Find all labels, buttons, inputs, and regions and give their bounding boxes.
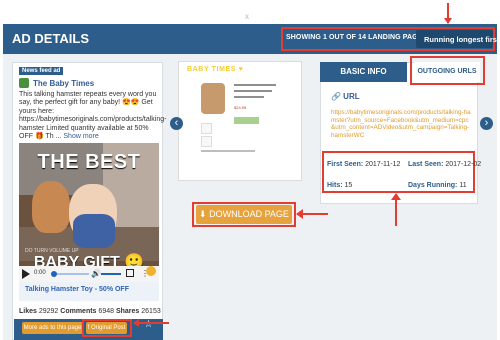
- likes-label: Likes: [19, 308, 37, 315]
- top-tick: x: [245, 12, 249, 21]
- more-ads-button[interactable]: More ads to this page: [22, 322, 83, 334]
- sort-select[interactable]: Running longest first: [416, 30, 499, 48]
- hits-label: Hits:: [327, 182, 343, 189]
- first-seen-label: First Seen:: [327, 161, 364, 168]
- landing-pages-count: SHOWING 1 OUT OF 14 LANDING PAGES:: [286, 34, 430, 41]
- arrow-annotation-download: [302, 213, 328, 215]
- preview-thumb: [201, 123, 212, 134]
- days-running-value: 11: [459, 182, 467, 189]
- baby-shirt: [73, 214, 115, 248]
- fullscreen-icon[interactable]: [126, 269, 134, 277]
- comments-label: Comments: [60, 308, 97, 315]
- preview-title-line: [234, 90, 272, 92]
- preview-cart-button: [234, 117, 259, 124]
- emoji-face-icon: [146, 266, 156, 276]
- video-title: THE BEST: [37, 151, 141, 173]
- first-seen-value: 2017-11-12: [365, 161, 401, 168]
- tab-outgoing-urls[interactable]: OUTGOING URLS: [414, 62, 480, 82]
- days-running: Days Running: 11: [408, 182, 467, 190]
- days-running-label: Days Running:: [408, 182, 458, 189]
- ad-body: This talking hamster repeats every word …: [19, 91, 166, 141]
- likes-value: 29292: [38, 308, 59, 315]
- ad-video[interactable]: THE BEST DO TURN VOLUME UP BABY GIFT 🙂: [19, 143, 159, 283]
- page-title: AD DETAILS: [12, 31, 90, 46]
- arrow-annotation-dates-head: [391, 193, 401, 200]
- page-name[interactable]: The Baby Times: [33, 79, 94, 88]
- comments-value: 6948: [98, 308, 114, 315]
- hamster-toy: [32, 181, 70, 233]
- page-logo-icon: [19, 78, 29, 88]
- next-landing-page-button[interactable]: ›: [480, 117, 493, 130]
- product-link[interactable]: Talking Hamster Toy - 50% OFF: [25, 286, 129, 293]
- news-feed-badge: News feed ad: [19, 67, 64, 75]
- play-icon[interactable]: [22, 269, 30, 279]
- volume-slider[interactable]: [101, 273, 121, 275]
- preview-brand: BABY TIMES ♥: [187, 66, 244, 73]
- last-seen: Last Seen: 2017-12-02: [408, 161, 481, 169]
- video-time: 0:00: [34, 270, 46, 276]
- landing-page-preview[interactable]: BABY TIMES ♥ $24.95: [178, 61, 302, 181]
- landing-page-url[interactable]: https://babytimesoriginals.com/products/…: [331, 109, 472, 143]
- shares-value: 26153: [141, 308, 161, 315]
- show-more-link[interactable]: Show more: [63, 133, 98, 140]
- shares-label: Shares: [115, 308, 140, 315]
- favorite-star-icon[interactable]: ☆: [144, 319, 153, 331]
- engagement-stats: Likes 29292 Comments 6948 Shares 26153: [19, 308, 161, 315]
- first-seen: First Seen: 2017-11-12: [327, 161, 400, 169]
- volume-icon[interactable]: 🔊: [91, 269, 101, 278]
- video-scrubber[interactable]: [55, 273, 89, 275]
- original-post-button[interactable]: f Original Post: [86, 322, 127, 334]
- arrow-annotation-download-head: [296, 209, 303, 219]
- sort-select-label: Running longest first: [424, 35, 500, 44]
- download-page-button[interactable]: ⬇ DOWNLOAD PAGE: [196, 205, 292, 224]
- arrow-annotation-original-post: [139, 322, 169, 324]
- preview-footer-line: [201, 150, 255, 152]
- preview-product-image: [201, 83, 225, 114]
- last-seen-label: Last Seen:: [408, 161, 444, 168]
- scrubber-knob[interactable]: [51, 271, 57, 277]
- hits-value: 15: [344, 182, 353, 189]
- preview-price: $24.95: [234, 105, 247, 110]
- arrow-annotation-dates: [395, 198, 397, 226]
- preview-title-line: [234, 96, 264, 98]
- arrow-annotation-original-post-head: [133, 319, 139, 327]
- prev-landing-page-button[interactable]: ‹: [170, 117, 183, 130]
- preview-thumb: [201, 136, 212, 147]
- last-seen-value: 2017-12-02: [445, 161, 482, 168]
- tab-basic-info[interactable]: BASIC INFO: [320, 62, 407, 82]
- hits: Hits: 15: [327, 182, 352, 190]
- preview-title-line: [234, 84, 276, 86]
- url-heading: 🔗 URL: [331, 92, 360, 101]
